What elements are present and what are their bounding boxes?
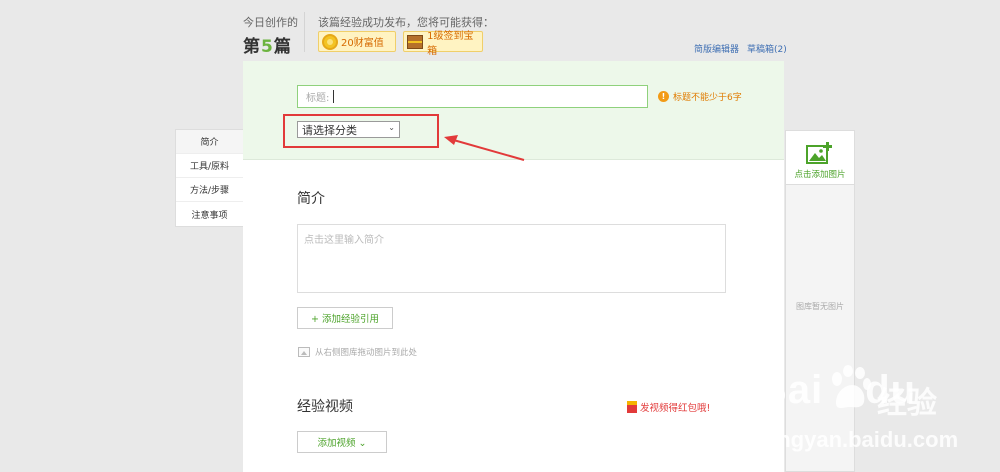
- drag-hint-text: 从右侧图库拖动图片到此处: [315, 348, 418, 358]
- title-warning: ! 标题不能少于6字: [658, 90, 742, 103]
- add-reference-button[interactable]: + 添加经验引用: [297, 307, 393, 329]
- image-icon: [298, 347, 310, 357]
- drag-hint: 从右侧图库拖动图片到此处: [298, 346, 417, 358]
- chest-badge: 1级签到宝箱: [403, 31, 483, 57]
- today-count-prefix: 第: [243, 37, 261, 57]
- watermark-brand: 经验: [877, 386, 937, 421]
- drafts-link[interactable]: 草稿箱(2): [747, 42, 787, 55]
- intro-textarea[interactable]: 点击这里输入简介: [297, 224, 726, 293]
- header-divider: [304, 12, 305, 52]
- nav-item-tools[interactable]: 工具/原料: [176, 154, 243, 178]
- chest-icon: [407, 34, 424, 49]
- section-nav: 简介 工具/原料 方法/步骤 注意事项: [175, 129, 243, 227]
- highlight-box: [283, 114, 439, 148]
- today-count-number: 5: [261, 37, 274, 57]
- today-count: 第5篇: [243, 32, 292, 57]
- watermark-url: jingyan.baidu.com: [765, 427, 959, 452]
- coin-icon: [322, 33, 338, 50]
- add-image-label[interactable]: 点击添加图片: [786, 168, 854, 180]
- nav-item-intro[interactable]: 简介: [176, 130, 243, 154]
- title-warning-text: 标题不能少于6字: [673, 93, 742, 103]
- nav-item-steps[interactable]: 方法/步骤: [176, 178, 243, 202]
- red-packet-icon: [627, 401, 637, 413]
- nav-item-notes[interactable]: 注意事项: [176, 202, 243, 226]
- video-promo-text: 发视频得红包哦!: [640, 403, 711, 414]
- wealth-badge-label: 20财富值: [341, 38, 384, 49]
- title-input[interactable]: 标题:: [297, 85, 648, 108]
- warning-icon: !: [658, 91, 669, 102]
- chest-badge-label: 1级签到宝箱: [427, 30, 474, 57]
- video-heading: 经验视频: [297, 399, 353, 415]
- title-input-placeholder: 标题:: [306, 93, 330, 104]
- video-promo-link[interactable]: 发视频得红包哦!: [627, 400, 710, 414]
- text-caret: [333, 90, 335, 103]
- today-count-suffix: 篇: [273, 37, 292, 57]
- today-label: 今日创作的: [243, 16, 298, 29]
- add-video-button[interactable]: 添加视频 ⌄: [297, 431, 387, 453]
- intro-heading: 简介: [297, 191, 325, 207]
- gallery-empty-label: 图库暂无图片: [796, 302, 844, 311]
- watermark-logo-text: Bai: [758, 368, 824, 412]
- annotation-arrow: [444, 135, 525, 161]
- paw-icon: [832, 365, 871, 408]
- wealth-badge: 20财富值: [318, 31, 396, 52]
- simple-editor-link[interactable]: 简版编辑器: [694, 42, 739, 55]
- add-image-icon[interactable]: [806, 141, 834, 165]
